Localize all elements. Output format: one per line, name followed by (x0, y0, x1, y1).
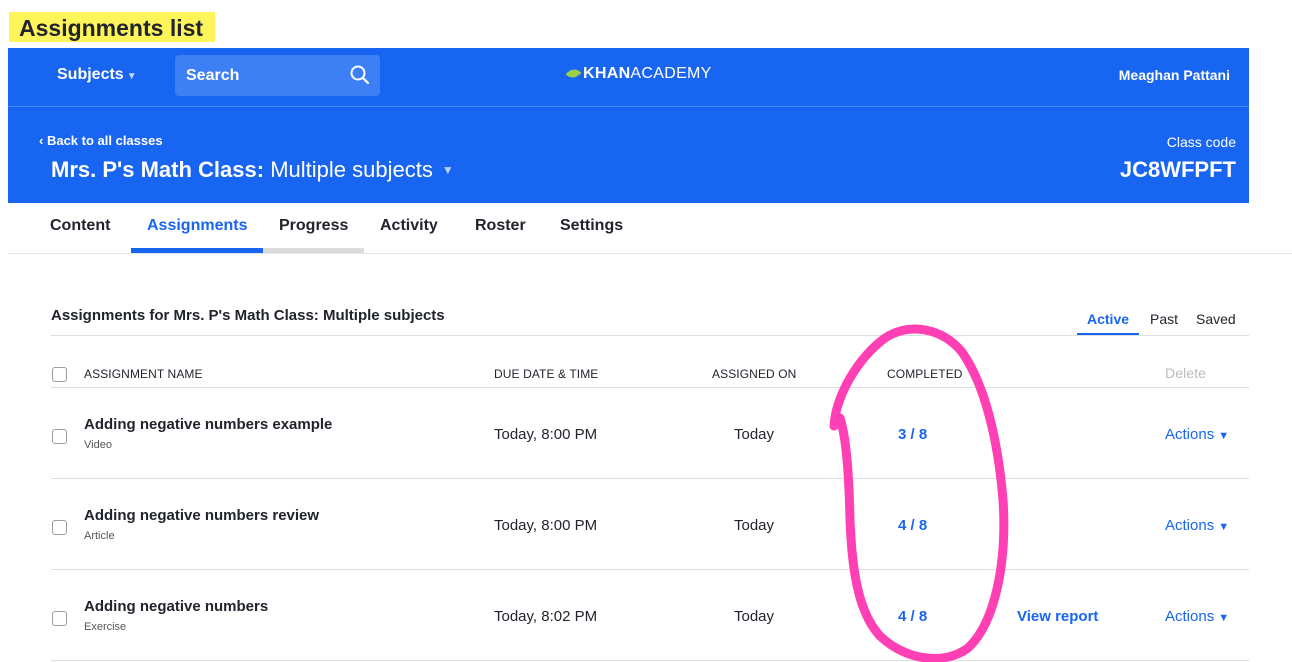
row-checkbox[interactable] (52, 429, 67, 444)
actions-label: Actions (1165, 608, 1215, 625)
caret-down-icon: ▼ (1218, 612, 1230, 624)
divider (51, 569, 1249, 570)
row-checkbox[interactable] (52, 520, 67, 535)
chevron-left-icon: ‹ (39, 133, 47, 148)
completed-count[interactable]: 4 / 8 (898, 608, 927, 625)
class-name: Mrs. P's Math Class: (51, 157, 265, 182)
delete-button[interactable]: Delete (1165, 365, 1206, 381)
actions-dropdown[interactable]: Actions ▼ (1165, 426, 1229, 443)
tab-assignments[interactable]: Assignments (147, 217, 247, 235)
back-to-classes-link[interactable]: ‹ Back to all classes (39, 133, 163, 148)
due-date: Today, 8:00 PM (494, 426, 598, 443)
logo-light-text: ACADEMY (630, 65, 712, 82)
subjects-menu[interactable]: Subjects ▼ (57, 66, 137, 84)
actions-label: Actions (1165, 517, 1215, 534)
column-header-assigned[interactable]: ASSIGNED ON (712, 367, 796, 381)
page-label: Assignments list (9, 12, 216, 42)
completed-count[interactable]: 4 / 8 (898, 517, 927, 534)
filter-saved[interactable]: Saved (1196, 311, 1236, 327)
actions-dropdown[interactable]: Actions ▼ (1165, 608, 1229, 625)
class-tabs: Content Assignments Progress Activity Ro… (8, 203, 1292, 254)
view-report-link[interactable]: View report (1017, 608, 1098, 625)
class-subjects: Multiple subjects (270, 157, 433, 182)
assigned-on: Today (734, 608, 775, 625)
assignment-name[interactable]: Adding negative numbers review (84, 507, 319, 524)
divider (51, 387, 1249, 388)
class-selector[interactable]: Mrs. P's Math Class: Multiple subjects ▼ (51, 157, 454, 183)
assigned-on: Today (734, 426, 775, 443)
caret-down-icon: ▼ (1218, 430, 1230, 442)
tab-roster[interactable]: Roster (475, 217, 526, 235)
leaf-icon (565, 65, 582, 82)
filter-past[interactable]: Past (1150, 311, 1178, 327)
chevron-down-icon: ▼ (126, 71, 137, 82)
assignment-type: Article (84, 530, 115, 542)
logo-strong-text: KHAN (583, 65, 631, 82)
tab-settings[interactable]: Settings (560, 217, 623, 235)
tab-progress[interactable]: Progress (279, 217, 348, 235)
class-code-value: JC8WFPFT (1119, 157, 1236, 182)
select-all-checkbox[interactable] (52, 367, 67, 382)
filter-active[interactable]: Active (1087, 311, 1129, 327)
assignment-type: Video (84, 439, 112, 451)
subjects-label: Subjects (57, 66, 124, 83)
assignment-type: Exercise (84, 621, 127, 633)
actions-label: Actions (1165, 426, 1215, 443)
tab-hover-indicator (263, 248, 364, 253)
section-title: Assignments for Mrs. P's Math Class: Mul… (51, 307, 445, 324)
caret-down-icon: ▼ (1218, 521, 1230, 533)
class-code-label: Class code (1166, 134, 1236, 150)
active-tab-indicator (131, 248, 263, 253)
class-header: ‹ Back to all classes Mrs. P's Math Clas… (8, 106, 1249, 203)
assignment-name[interactable]: Adding negative numbers example (84, 416, 332, 433)
column-header-name[interactable]: ASSIGNMENT NAME (84, 367, 203, 381)
tab-activity[interactable]: Activity (380, 217, 438, 235)
divider (51, 478, 1249, 479)
due-date: Today, 8:00 PM (494, 517, 598, 534)
divider (51, 660, 1249, 661)
search-label: Search (186, 67, 240, 84)
chevron-down-icon: ▼ (441, 163, 454, 177)
top-nav-bar: Subjects ▼ Search KHANACADEMY Meaghan Pat… (8, 48, 1249, 106)
column-header-due[interactable]: DUE DATE & TIME (494, 367, 598, 381)
completed-count[interactable]: 3 / 8 (898, 426, 927, 443)
assigned-on: Today (734, 517, 775, 534)
back-link-label: Back to all classes (46, 133, 163, 148)
search-icon (350, 65, 370, 85)
row-checkbox[interactable] (52, 611, 67, 626)
due-date: Today, 8:02 PM (494, 608, 598, 625)
tab-content[interactable]: Content (50, 217, 110, 235)
khan-academy-logo[interactable]: KHANACADEMY (565, 65, 712, 83)
actions-dropdown[interactable]: Actions ▼ (1165, 517, 1229, 534)
assignment-name[interactable]: Adding negative numbers (84, 598, 268, 615)
search-box[interactable]: Search (175, 55, 380, 96)
user-menu[interactable]: Meaghan Pattani (1119, 67, 1230, 83)
divider (51, 335, 1249, 336)
column-header-completed[interactable]: COMPLETED (887, 367, 963, 381)
